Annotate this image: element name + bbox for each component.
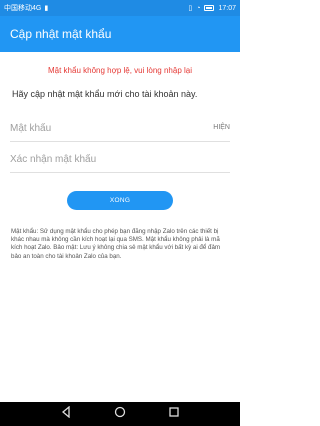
status-bar: 中国移动4G ▮ ▯ ◔ 17:07 (0, 0, 240, 16)
status-left: 中国移动4G ▮ (4, 3, 48, 13)
status-right: ▯ ◔ 17:07 (188, 4, 236, 13)
error-message: Mật khẩu không hợp lệ, vui lòng nhập lại (47, 66, 192, 75)
confirm-password-input[interactable] (10, 154, 230, 165)
signal-icon: ▮ (44, 5, 49, 12)
page-title: Cập nhật mật khẩu (10, 27, 112, 41)
content: Mật khẩu không hợp lệ, vui lòng nhập lại… (0, 52, 240, 402)
vibrate-icon: ▯ (188, 5, 193, 12)
done-button[interactable]: XONG (67, 191, 173, 210)
recents-icon[interactable] (168, 405, 180, 423)
wifi-icon: ◔ (196, 4, 201, 12)
password-note: Mật khẩu: Sử dụng mật khẩu cho phép bạn … (11, 228, 221, 260)
navigation-bar (0, 402, 240, 426)
show-password-toggle[interactable]: HIỆN (213, 124, 230, 131)
battery-icon (204, 5, 215, 11)
back-icon[interactable] (60, 405, 72, 423)
confirm-password-field (10, 147, 230, 173)
password-field: HIỆN (10, 116, 230, 142)
password-input[interactable] (10, 123, 230, 134)
home-icon[interactable] (114, 405, 126, 423)
instruction-text: Hãy cập nhật mật khẩu mới cho tài khoản … (12, 89, 198, 99)
carrier-label: 中国移动4G (4, 5, 42, 12)
clock: 17:07 (218, 4, 236, 12)
app-bar: Cập nhật mật khẩu (0, 16, 240, 52)
